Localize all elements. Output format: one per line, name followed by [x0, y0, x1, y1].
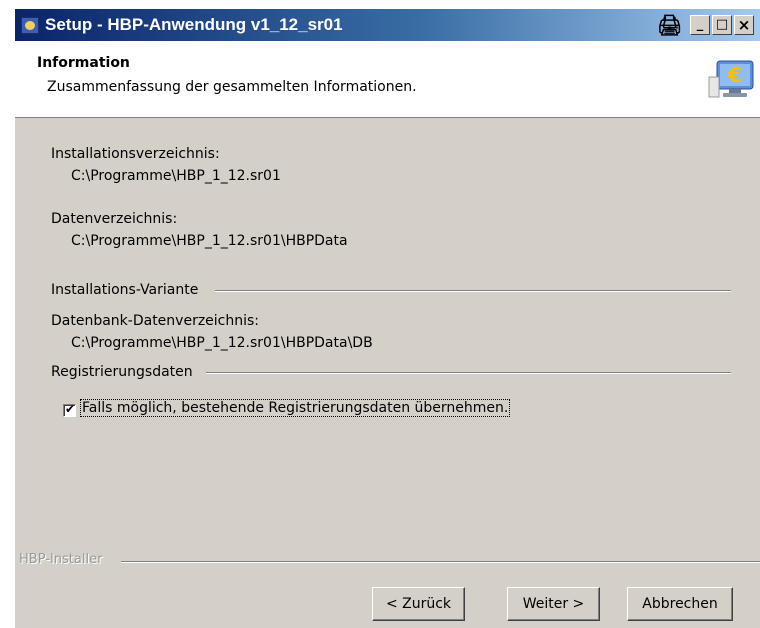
title-bar[interactable]: Setup - HBP-Anwendung v1_12_sr01 🖨 _ □ ×	[15, 9, 760, 41]
print-icon[interactable]: 🖨	[657, 15, 682, 35]
close-button[interactable]: ×	[734, 15, 754, 35]
wizard-header: Information Zusammenfassung der gesammel…	[15, 41, 760, 118]
install-dir-label: Installationsverzeichnis:	[51, 146, 220, 162]
variant-heading: Installations-Variante	[51, 282, 199, 298]
maximize-button[interactable]: □	[712, 15, 732, 35]
data-dir-value: C:\Programme\HBP_1_12.sr01\HBPData	[71, 233, 348, 249]
page-title: Information	[37, 55, 130, 71]
svg-text:€: €	[727, 63, 742, 87]
setup-window: Setup - HBP-Anwendung v1_12_sr01 🖨 _ □ ×…	[14, 8, 760, 628]
window-title: Setup - HBP-Anwendung v1_12_sr01	[45, 15, 343, 34]
db-dir-label: Datenbank-Datenverzeichnis:	[51, 313, 260, 329]
footer-divider	[121, 561, 760, 563]
next-button[interactable]: Weiter >	[507, 587, 600, 621]
variant-divider	[215, 290, 731, 292]
summary-panel: Installationsverzeichnis: C:\Programme\H…	[15, 118, 760, 558]
euro-monitor-icon: €	[708, 60, 754, 98]
registration-checkbox-label[interactable]: Falls möglich, bestehende Registrierungs…	[79, 399, 511, 417]
installer-brand: HBP-Installer	[19, 552, 103, 567]
data-dir-label: Datenverzeichnis:	[51, 211, 178, 227]
app-icon	[21, 17, 39, 34]
db-dir-value: C:\Programme\HBP_1_12.sr01\HBPData\DB	[71, 335, 373, 351]
registration-divider	[206, 372, 731, 374]
cancel-button[interactable]: Abbrechen	[627, 587, 733, 621]
page-subtitle: Zusammenfassung der gesammelten Informat…	[47, 79, 417, 95]
registration-heading: Registrierungsdaten	[51, 364, 193, 380]
checkmark-icon: ✔	[65, 402, 76, 416]
install-dir-value: C:\Programme\HBP_1_12.sr01	[71, 168, 281, 184]
minimize-button[interactable]: _	[690, 15, 710, 35]
registration-checkbox[interactable]: ✔	[63, 402, 76, 417]
back-button[interactable]: < Zurück	[372, 587, 465, 621]
